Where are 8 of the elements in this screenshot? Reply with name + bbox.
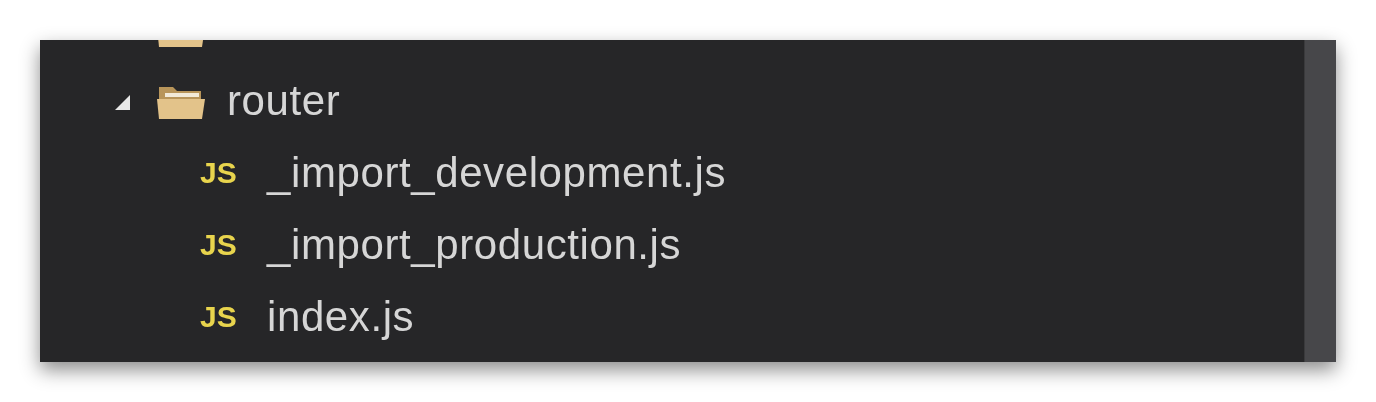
file-name[interactable]: _import_development.js xyxy=(267,149,727,197)
js-file-icon: JS xyxy=(200,228,242,262)
js-file-icon: JS xyxy=(200,156,242,190)
js-file-icon: JS xyxy=(200,300,242,334)
file-name[interactable]: _import_production.js xyxy=(267,221,682,269)
scrollbar[interactable] xyxy=(1304,40,1336,362)
folder-name[interactable]: router xyxy=(227,77,341,125)
file-name[interactable]: index.js xyxy=(267,293,415,341)
